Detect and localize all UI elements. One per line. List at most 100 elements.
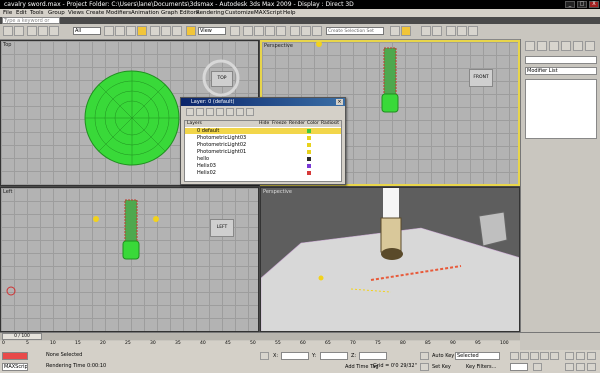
minimize-button[interactable]: _ [565,1,575,8]
display-tab-icon[interactable] [573,41,583,51]
auto-key-button[interactable]: Auto Key [432,353,454,359]
layer-color-swatch[interactable] [307,143,311,147]
search-input[interactable]: Type a keyword or phrase [2,17,60,30]
spinner-snap-icon[interactable] [276,26,286,36]
hide-all-icon[interactable] [236,108,244,116]
field-of-view-icon[interactable] [565,363,574,371]
curve-editor-icon[interactable] [390,26,400,36]
menu-file[interactable]: File [3,9,12,17]
layer-row[interactable]: hello [191,156,311,162]
maxscript-input[interactable]: MAXScript. [2,363,28,371]
add-to-layer-icon[interactable] [206,108,214,116]
go-to-start-icon[interactable] [510,352,519,360]
col-hide[interactable]: Hide [259,121,269,127]
menu-group[interactable]: Group [48,9,65,17]
col-render[interactable]: Render [289,121,305,127]
rendered-frame-icon[interactable] [457,26,467,36]
bind-spacewarp-icon[interactable] [49,26,59,36]
time-slider-track[interactable]: 0 / 100 [0,333,520,340]
angle-snap-icon[interactable] [254,26,264,36]
layer-color-swatch[interactable] [307,171,311,175]
render-production-icon[interactable] [468,26,478,36]
menu-customize[interactable]: Customize [225,9,254,17]
zoom-all-icon[interactable] [576,352,585,360]
select-in-layer-icon[interactable] [216,108,224,116]
lock-selection-icon[interactable] [260,352,269,360]
menu-tools[interactable]: Tools [30,9,44,17]
object-name-field[interactable] [525,56,597,64]
close-icon[interactable]: × [336,99,343,105]
go-to-end-icon[interactable] [550,352,559,360]
rotate-icon[interactable] [161,26,171,36]
menu-create[interactable]: Create [86,9,104,17]
menu-rendering[interactable]: Rendering [196,9,224,17]
menu-modifiers[interactable]: Modifiers [106,9,131,17]
col-radiosity[interactable]: Radiosit [321,121,339,127]
delete-layer-icon[interactable] [196,108,204,116]
coord-x-field[interactable] [281,352,309,360]
maximize-button[interactable]: □ [577,1,587,8]
new-layer-icon[interactable] [186,108,194,116]
menu-edit[interactable]: Edit [16,9,27,17]
schematic-view-icon[interactable] [421,26,431,36]
mirror-icon[interactable] [301,26,311,36]
align-icon[interactable] [312,26,322,36]
time-config-icon[interactable] [533,363,542,371]
menu-animation[interactable]: Animation [131,9,159,17]
close-button[interactable]: X [589,1,599,8]
menu-help[interactable]: Help [283,9,296,17]
orbit-icon[interactable] [587,363,596,371]
coord-z-field[interactable] [359,352,387,360]
region-select-icon[interactable] [126,26,136,36]
motion-tab-icon[interactable] [561,41,571,51]
modify-tab-icon[interactable] [537,41,547,51]
layer-color-swatch[interactable] [307,150,311,154]
maxscript-listener[interactable] [2,352,28,360]
link-icon[interactable] [27,26,37,36]
material-editor-icon[interactable] [432,26,442,36]
scale-icon[interactable] [172,26,182,36]
select-manipulate-icon[interactable] [230,26,240,36]
layer-row[interactable]: Helix03 [191,163,311,169]
edit-named-sel-icon[interactable] [290,26,300,36]
menu-graph-editors[interactable]: Graph Editors [161,9,199,17]
move-icon[interactable] [150,26,160,36]
pan-icon[interactable] [576,363,585,371]
layer-row[interactable]: 0 default [185,128,341,134]
set-key-button[interactable]: Set Key [432,364,451,370]
viewport-left[interactable]: Left LEFT [0,187,259,332]
selected-dropdown[interactable]: Selected [455,352,500,360]
layer-row[interactable]: PhotometricLight02 [191,142,311,148]
named-selection-dropdown[interactable]: Create Selection Set [326,27,384,35]
zoom-extents-icon[interactable] [587,352,596,360]
key-filters-button[interactable]: Key Filters... [466,364,496,370]
time-slider[interactable]: 0 / 100 [2,333,42,340]
unlink-icon[interactable] [38,26,48,36]
modifier-stack[interactable] [525,79,597,139]
current-frame-field[interactable] [510,363,528,371]
selection-filter-dropdown[interactable]: All [73,27,101,35]
col-layers[interactable]: Layers [187,121,202,127]
coord-y-field[interactable] [320,352,348,360]
previous-frame-icon[interactable] [520,352,529,360]
layer-color-swatch[interactable] [307,157,311,161]
col-color[interactable]: Color [307,121,319,127]
layer-row[interactable]: PhotometricLight01 [191,149,311,155]
play-icon[interactable] [530,352,539,360]
utilities-tab-icon[interactable] [585,41,595,51]
hierarchy-tab-icon[interactable] [549,41,559,51]
col-freeze[interactable]: Freeze [272,121,287,127]
add-time-tag-button[interactable]: Add Time Tag [345,364,379,370]
layer-color-swatch[interactable] [307,164,311,168]
next-frame-icon[interactable] [540,352,549,360]
undo-icon[interactable] [3,26,13,36]
create-tab-icon[interactable] [525,41,535,51]
viewcube-front[interactable]: FRONT [469,69,493,87]
snaps-icon[interactable] [243,26,253,36]
layer-manager-icon[interactable] [401,26,411,36]
key-icon[interactable] [420,363,429,371]
layer-row[interactable]: Helix02 [191,170,311,176]
menu-maxscript[interactable]: MAXScript [254,9,282,17]
viewport-perspective[interactable]: Perspective [260,187,520,332]
redo-icon[interactable] [14,26,24,36]
